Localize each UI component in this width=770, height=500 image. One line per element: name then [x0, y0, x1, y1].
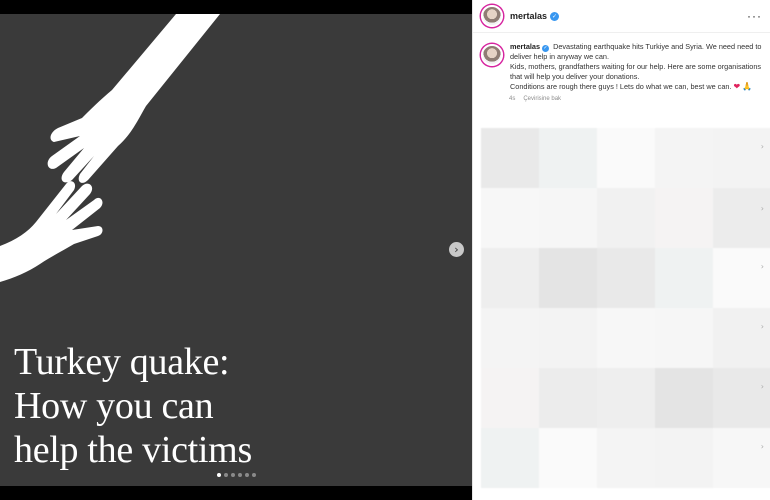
- pray-emoji-icon: 🙏: [742, 82, 753, 91]
- chevron-right-icon[interactable]: ›: [761, 322, 764, 331]
- blurred-comment-tile: [713, 248, 770, 308]
- heart-emoji-icon: ❤: [733, 82, 741, 91]
- post-headline: Turkey quake: How you can help the victi…: [14, 340, 252, 472]
- carousel-dot: [223, 473, 228, 477]
- chevron-right-icon[interactable]: ›: [761, 204, 764, 213]
- carousel-dot: [244, 473, 249, 477]
- blurred-comment-tile: [539, 188, 597, 248]
- caption-avatar[interactable]: [481, 44, 503, 66]
- chevron-right-icon[interactable]: ›: [761, 382, 764, 391]
- caption-meta: 4s Çevirisine bak: [509, 96, 770, 102]
- blurred-comment-tile: [539, 428, 597, 488]
- headline-line-3: help the victims: [14, 429, 252, 471]
- more-options-button[interactable]: ···: [747, 9, 762, 23]
- blurred-comment-tile: [713, 428, 770, 488]
- caption-verified-badge-icon: ✓: [542, 44, 550, 52]
- post-time: 4s: [509, 96, 516, 102]
- lower-hand-icon: [0, 181, 103, 282]
- carousel-slide[interactable]: Turkey quake: How you can help the victi…: [0, 14, 472, 486]
- blurred-comment-tile: [539, 248, 597, 308]
- blurred-comment-tile: [597, 368, 655, 428]
- blurred-comment-tile: [481, 368, 539, 428]
- blurred-comment-tile: [481, 308, 539, 368]
- carousel-next-button[interactable]: ›: [449, 242, 464, 257]
- chevron-right-icon[interactable]: ›: [761, 142, 764, 151]
- blurred-comment-tile: [655, 308, 713, 368]
- blurred-comment-tile: [655, 248, 713, 308]
- blurred-comment-tile: [539, 368, 597, 428]
- caption-text: mertalas ✓ Devastating earthquake hits Tu…: [510, 42, 762, 92]
- blurred-comment-tile: [713, 308, 770, 368]
- blurred-comment-tile: [481, 248, 539, 308]
- blurred-comment-tile: [713, 128, 770, 188]
- blurred-comments: [481, 128, 770, 500]
- headline-line-1: Turkey quake:: [14, 341, 230, 383]
- upper-hand-icon: [47, 14, 221, 183]
- chevron-right-icon[interactable]: ›: [761, 442, 764, 451]
- carousel-dot: [230, 473, 235, 477]
- blurred-comment-tile: [597, 428, 655, 488]
- verified-badge-icon: ✓: [550, 11, 560, 21]
- headline-line-2: How you can: [14, 385, 214, 427]
- blurred-comment-tile: [655, 428, 713, 488]
- blurred-comment-tile: [597, 248, 655, 308]
- post-sidebar: mertalas ✓ ··· mertalas ✓ Devastating ear…: [472, 0, 770, 500]
- blurred-comment-tile: [481, 188, 539, 248]
- chevron-right-icon: ›: [454, 243, 459, 256]
- blurred-comment-tile: [655, 368, 713, 428]
- blurred-comment-tile: [655, 188, 713, 248]
- blurred-comment-tile: [539, 128, 597, 188]
- caption-username[interactable]: mertalas: [510, 42, 540, 51]
- avatar[interactable]: [481, 5, 503, 27]
- blurred-comment-tile: [713, 188, 770, 248]
- blurred-comment-tile: [713, 368, 770, 428]
- hands-illustration: [0, 14, 221, 282]
- carousel-dot: [237, 473, 242, 477]
- blurred-comment-tile: [597, 308, 655, 368]
- blurred-comment-tile: [655, 128, 713, 188]
- caption-line-2: Kids, mothers, grandfathers waiting for …: [510, 62, 762, 81]
- caption-line-3: Conditions are rough there guys ! Lets d…: [510, 82, 732, 91]
- header-username[interactable]: mertalas: [510, 11, 547, 21]
- post-header: mertalas ✓ ···: [473, 0, 770, 33]
- carousel-dot: [251, 473, 256, 477]
- carousel-dot: [216, 473, 221, 477]
- see-translation-link[interactable]: Çevirisine bak: [523, 96, 561, 102]
- blurred-comment-tile: [481, 128, 539, 188]
- blurred-comment-tile: [597, 128, 655, 188]
- blurred-comment-tile: [481, 428, 539, 488]
- post-media: Turkey quake: How you can help the victi…: [0, 0, 472, 500]
- blurred-comment-tile: [539, 308, 597, 368]
- carousel-dots: [0, 473, 472, 477]
- chevron-right-icon[interactable]: ›: [761, 262, 764, 271]
- blurred-comment-tile: [597, 188, 655, 248]
- caption: mertalas ✓ Devastating earthquake hits Tu…: [473, 33, 770, 92]
